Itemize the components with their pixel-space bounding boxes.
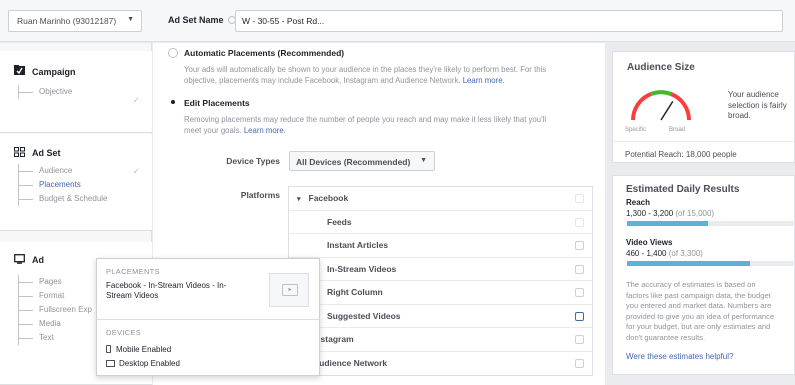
reach-bar [627,221,795,226]
chevron-down-icon: ▼ [127,16,134,23]
sidebar-item-fullscreen[interactable]: Fullscreen Exp [19,303,92,317]
device-types-value: All Devices (Recommended) [296,157,411,167]
grid-icon [14,147,25,157]
platform-row-facebook[interactable]: ▾ Facebook [289,187,592,211]
automatic-placements-description: Your ads will automatically be shown to … [184,65,547,85]
audience-size-title: Audience Size [627,62,695,73]
audience-size-description: Your audience selection is fairly broad. [728,90,787,120]
device-types-label: Device Types [226,156,280,166]
instant-articles-checkbox[interactable] [575,241,584,250]
campaign-title: Campaign [32,67,76,77]
right-column-checkbox[interactable] [575,288,584,297]
platform-row-right-column[interactable]: Right Column [289,281,592,305]
preview-thumbnail[interactable]: ▸ [269,273,309,307]
adset-name-label: Ad Set Name [168,15,236,25]
device-types-select[interactable]: All Devices (Recommended) ▼ [289,151,435,171]
adset-section[interactable]: Ad Set Audience Placements Budget & Sche… [0,134,152,231]
popup-placement-text: Facebook - In-Stream Videos - In- Stream … [106,281,227,300]
platform-row-suggested-videos[interactable]: Suggested Videos [289,305,592,328]
learn-more-link[interactable]: Learn more. [244,126,286,135]
suggested-videos-checkbox[interactable] [575,311,584,321]
platform-row-in-stream-videos[interactable]: In-Stream Videos [289,258,592,281]
edit-placements-description: Removing placements may reduce the numbe… [184,115,547,135]
popup-devices-heading: DEVICES [106,328,142,337]
chevron-down-icon: ▼ [420,157,427,164]
estimated-results-card: Estimated Daily Results Reach 1,300 - 3,… [612,175,795,375]
sidebar-item-media[interactable]: Media [19,317,92,331]
check-icon: ✓ [132,166,140,176]
estimates-helpful-link[interactable]: Were these estimates helpful? [626,352,733,361]
folder-icon [14,65,25,75]
sidebar-item-pages[interactable]: Pages [19,275,92,289]
video-views-label: Video Views [626,238,673,247]
video-views-bar-fill [627,261,750,266]
gauge-specific-label: Specific [625,127,647,133]
account-selector-label: Ruan Marinho (93012187) [17,16,117,26]
right-column: Audience Size Specific Broad Your audien… [612,43,795,385]
play-icon: ▸ [282,284,298,296]
check-icon: ✓ [132,95,140,105]
edit-placements-radio[interactable] [168,97,178,107]
platform-row-feeds[interactable]: Feeds [289,211,592,234]
desktop-icon [106,360,115,367]
popup-placements-heading: PLACEMENTS [106,267,160,276]
automatic-placements-radio[interactable] [168,48,178,58]
gauge-needle [660,100,674,121]
platforms-table: ▾ Facebook Feeds Instant Articles In-Stre… [288,186,593,376]
video-views-range: 460 - 1,400 (of 3,300) [626,249,703,258]
video-views-bar [627,261,795,266]
sidebar-item-format[interactable]: Format [19,289,92,303]
platform-row-audience-network[interactable]: Audience Network [289,352,592,376]
facebook-checkbox[interactable] [575,194,584,203]
sidebar-item-audience[interactable]: Audience [19,164,108,178]
audience-size-card: Audience Size Specific Broad Your audien… [612,51,795,163]
potential-reach: Potential Reach: 18,000 people [625,150,737,159]
edit-placements-title: Edit Placements [184,98,250,108]
in-stream-videos-checkbox[interactable] [575,264,584,274]
audience-network-checkbox[interactable] [575,358,584,368]
monitor-icon [14,254,25,264]
campaign-section[interactable]: Campaign Objective ✓ [0,51,152,133]
adset-name-input[interactable]: W - 30-55 - Post Rd... [235,10,783,32]
sidebar-item-objective[interactable]: Objective [19,85,72,99]
device-desktop: Desktop Enabled [106,359,180,368]
platform-row-instagram[interactable]: Instagram [289,328,592,352]
feeds-checkbox[interactable] [575,217,584,227]
device-mobile: Mobile Enabled [106,345,171,354]
gauge-broad-label: Broad [669,127,686,133]
platform-row-instant-articles[interactable]: Instant Articles [289,234,592,258]
estimated-results-title: Estimated Daily Results [626,184,740,195]
adset-title: Ad Set [32,148,61,158]
platforms-label: Platforms [240,190,280,200]
sidebar-item-text[interactable]: Text [19,331,92,345]
audience-gauge [631,90,691,121]
instagram-checkbox[interactable] [575,335,584,344]
sidebar-item-placements[interactable]: Placements [19,178,108,192]
chevron-down-icon: ▾ [297,196,301,203]
ad-title: Ad [32,255,44,265]
reach-bar-fill [627,221,708,226]
mobile-icon [106,345,111,353]
sidebar-item-budget-schedule[interactable]: Budget & Schedule [19,192,108,206]
automatic-placements-title: Automatic Placements (Recommended) [184,48,345,58]
reach-range: 1,300 - 3,200 (of 15,000) [626,209,715,218]
estimates-note: The accuracy of estimates is based on fac… [626,280,775,342]
learn-more-link[interactable]: Learn more. [463,76,505,85]
account-selector[interactable]: Ruan Marinho (93012187) ▼ [8,10,142,32]
placement-preview-popup: PLACEMENTS Facebook - In-Stream Videos -… [96,258,320,376]
reach-label: Reach [626,198,651,207]
